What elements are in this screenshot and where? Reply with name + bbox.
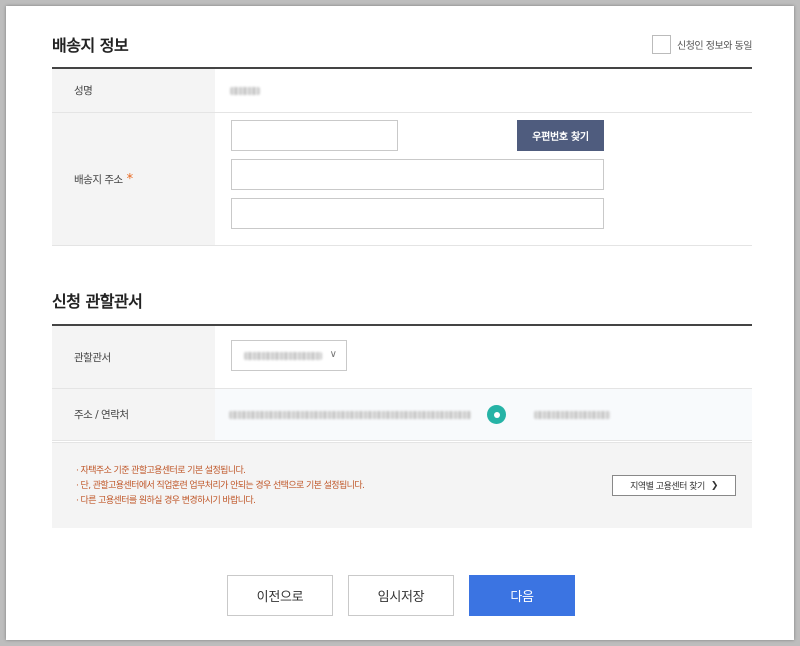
notice-box: 자택주소 기준 관할고용센터로 기본 설정됩니다. 단, 관할고용센터에서 직업… — [52, 442, 752, 528]
notice-item: 다른 고용센터를 원하실 경우 변경하시기 바랍니다. — [76, 494, 364, 509]
same-as-applicant-option[interactable]: 신청인 정보와 동일 — [652, 34, 752, 54]
name-row: 성명 — [52, 69, 752, 113]
name-value — [215, 69, 752, 112]
office-select[interactable]: ∨ — [231, 340, 347, 371]
temp-save-button[interactable]: 임시저장 — [348, 575, 454, 616]
shipping-table: 성명 배송지 주소 * 우편번호 찾기 — [52, 67, 752, 246]
redacted-phone — [534, 410, 610, 419]
office-row: 관할관서 ∨ — [52, 326, 752, 389]
office-value: ∨ — [215, 326, 752, 388]
redacted-address — [229, 410, 471, 419]
address-row: 배송지 주소 * 우편번호 찾기 — [52, 113, 752, 246]
zip-code-input[interactable] — [231, 120, 398, 151]
address-line1-input[interactable] — [231, 159, 604, 190]
address-label: 배송지 주소 — [74, 173, 123, 186]
address-line2-input[interactable] — [231, 198, 604, 229]
shipping-section-header: 배송지 정보 신청인 정보와 동일 — [52, 32, 752, 56]
chevron-right-icon: ❯ — [710, 480, 719, 491]
redacted-name — [230, 86, 260, 95]
address-label-cell: 배송지 주소 * — [52, 113, 215, 245]
redacted-office-name — [244, 351, 322, 360]
chevron-down-icon: ∨ — [329, 349, 337, 360]
notice-list: 자택주소 기준 관할고용센터로 기본 설정됩니다. 단, 관할고용센터에서 직업… — [76, 464, 365, 509]
previous-button[interactable]: 이전으로 — [227, 575, 333, 616]
address-inputs: 우편번호 찾기 — [215, 113, 752, 245]
next-button[interactable]: 다음 — [469, 575, 575, 616]
required-mark: * — [126, 171, 134, 187]
jurisdiction-section-header: 신청 관할관서 — [52, 288, 752, 312]
notice-item: 자택주소 기준 관할고용센터로 기본 설정됩니다. — [76, 464, 364, 479]
zip-search-button[interactable]: 우편번호 찾기 — [517, 120, 604, 151]
contact-row: 주소 / 연락처 — [52, 389, 752, 441]
jurisdiction-table: 관할관서 ∨ 주소 / 연락처 — [52, 324, 752, 441]
office-label: 관할관서 — [52, 326, 215, 388]
same-as-applicant-checkbox[interactable] — [652, 34, 672, 54]
region-center-search-button[interactable]: 지역별 고용센터 찾기 ❯ — [612, 475, 736, 496]
jurisdiction-section-title: 신청 관할관서 — [52, 292, 143, 311]
contact-value — [215, 389, 752, 440]
map-pin-icon[interactable] — [487, 405, 506, 424]
same-as-applicant-label: 신청인 정보와 동일 — [677, 40, 752, 52]
region-center-search-label: 지역별 고용센터 찾기 — [630, 482, 705, 492]
shipping-section-title: 배송지 정보 — [52, 36, 129, 55]
application-form-panel: 배송지 정보 신청인 정보와 동일 성명 배송지 주소 * 우편번호 찾기 신청… — [6, 6, 794, 640]
contact-label: 주소 / 연락처 — [52, 389, 215, 440]
name-label: 성명 — [52, 69, 215, 112]
notice-item: 단, 관할고용센터에서 직업훈련 업무처리가 안되는 경우 선택으로 기본 설정… — [76, 479, 365, 494]
